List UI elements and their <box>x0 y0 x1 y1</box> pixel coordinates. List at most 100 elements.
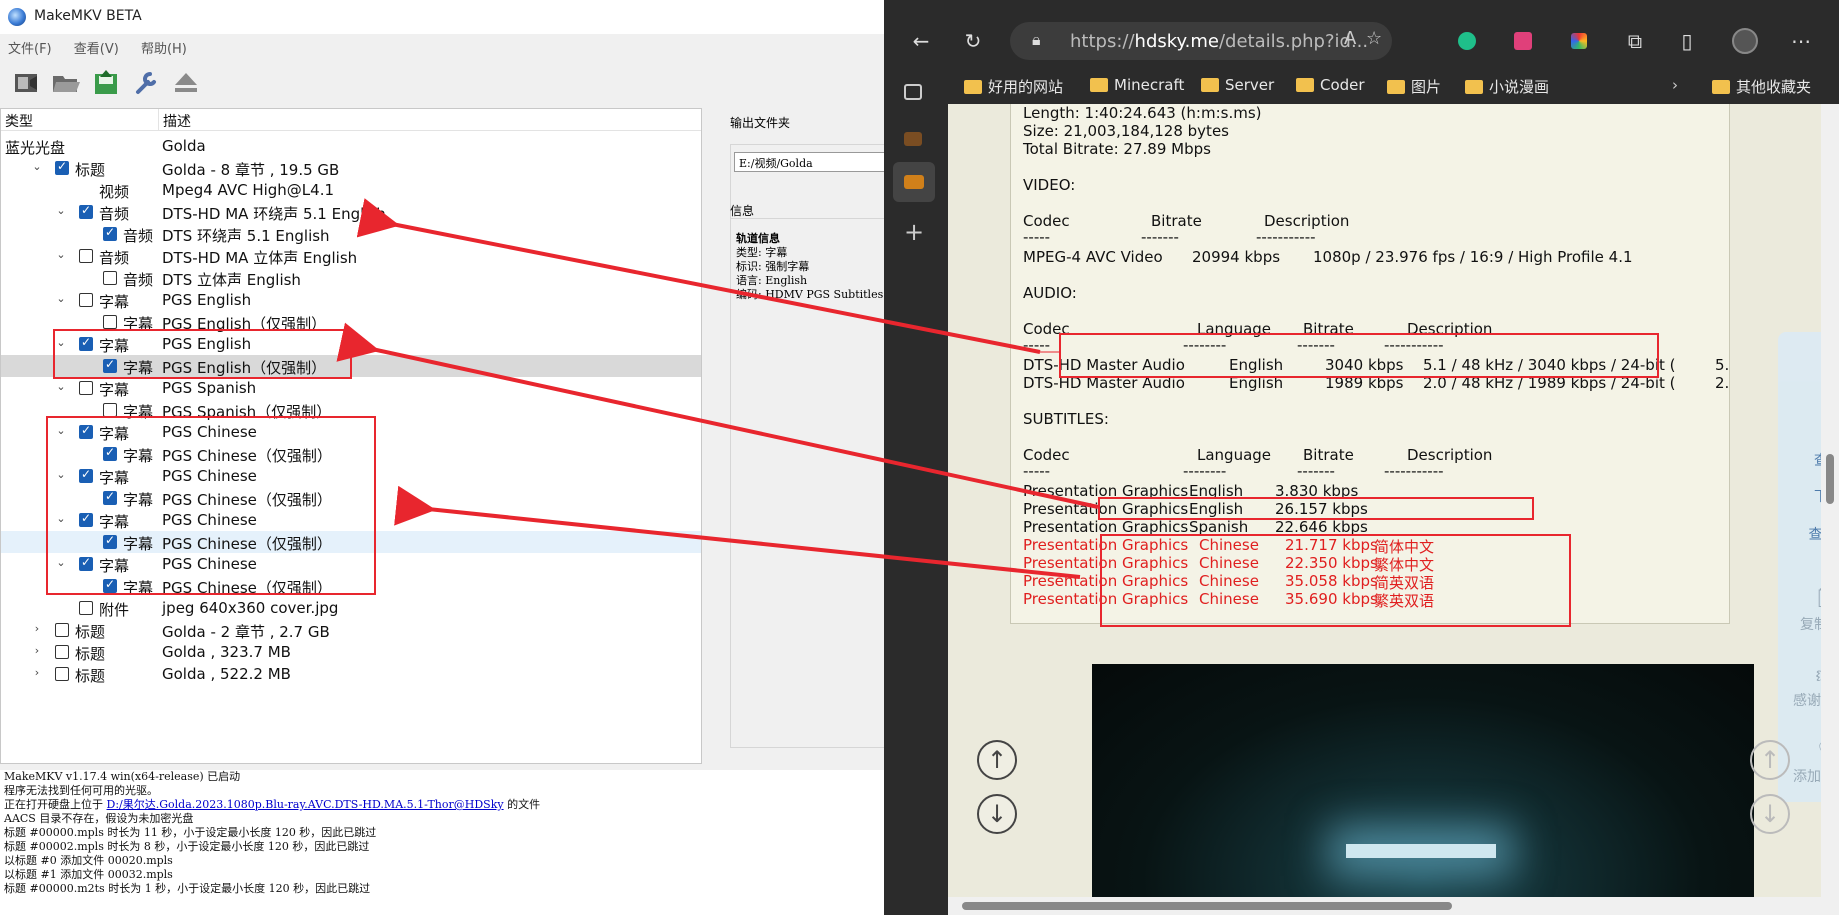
horizontal-scrollbar[interactable] <box>948 897 1821 915</box>
track-checkbox[interactable] <box>55 645 69 659</box>
tab-active[interactable] <box>893 162 935 202</box>
tree-row[interactable]: ⌄ 字幕 PGS English <box>1 289 701 311</box>
tab-actions-icon[interactable] <box>904 84 922 100</box>
track-checkbox[interactable] <box>79 203 93 219</box>
eject-button[interactable] <box>170 66 202 98</box>
tree-row[interactable]: ⌄ 字幕 PGS English <box>1 333 701 355</box>
title-tree[interactable]: 类型 描述 ⌄ 蓝光光盘 Golda ⌄ 标题 Golda - 8 章节 , 19.5 G… <box>0 108 702 764</box>
source-path-link[interactable]: D:/果尔达.Golda.2023.1080p.Blu-ray.AVC.DTS-… <box>107 798 504 811</box>
chevron-down-icon[interactable]: ⌄ <box>55 204 67 217</box>
save-mkv-button[interactable] <box>90 66 122 98</box>
track-checkbox[interactable] <box>103 225 117 241</box>
scroll-down-button[interactable]: ↓ <box>977 794 1017 834</box>
track-checkbox[interactable] <box>55 159 69 175</box>
bookmark-folder[interactable]: Minecraft <box>1090 76 1184 98</box>
tree-row[interactable]: ⌄ 音频 DTS-HD MA 立体声 English <box>1 245 701 267</box>
track-checkbox[interactable] <box>79 293 93 307</box>
chevron-down-icon[interactable]: ⌄ <box>31 160 43 173</box>
extension-colorful-icon[interactable] <box>1566 28 1592 54</box>
header-type[interactable]: 类型 <box>5 111 33 131</box>
tree-row[interactable]: 字幕 PGS English（仅强制） <box>1 311 701 333</box>
extension-green-icon[interactable] <box>1454 28 1480 54</box>
tree-row[interactable]: ⌄ 字幕 PGS Chinese <box>1 421 701 443</box>
track-checkbox[interactable] <box>103 533 117 549</box>
track-checkbox[interactable] <box>103 577 117 593</box>
tree-row[interactable]: ⌄ 字幕 PGS Chinese <box>1 553 701 575</box>
float-scroll-up-button[interactable]: ↑ <box>1750 740 1790 780</box>
read-aloud-icon[interactable]: A <box>1344 28 1356 49</box>
chevron-down-icon[interactable]: ⌄ <box>55 336 67 349</box>
chevron-down-icon[interactable]: ⌄ <box>55 380 67 393</box>
output-folder-input[interactable]: E:/视频/Golda <box>734 152 884 172</box>
tree-row[interactable]: 音频 DTS 环绕声 5.1 English <box>1 223 701 245</box>
chevron-right-icon[interactable]: › <box>31 622 43 635</box>
profile-avatar[interactable] <box>1732 28 1758 54</box>
vertical-scroll-thumb[interactable] <box>1826 454 1834 504</box>
new-tab-plus-icon[interactable]: + <box>904 218 924 246</box>
tree-row[interactable]: 视频 Mpeg4 AVC High@L4.1 <box>1 179 701 201</box>
chevron-right-icon[interactable]: › <box>31 666 43 679</box>
tree-row[interactable]: › 标题 Golda - 2 章节 , 2.7 GB <box>1 619 701 641</box>
chevron-down-icon[interactable]: ⌄ <box>55 468 67 481</box>
menu-file[interactable]: 文件(F) <box>8 42 52 57</box>
track-checkbox[interactable] <box>79 555 93 571</box>
float-scroll-down-button[interactable]: ↓ <box>1750 794 1790 834</box>
bookmark-folder[interactable]: 图片 <box>1387 76 1441 98</box>
track-checkbox[interactable] <box>103 445 117 461</box>
bookmarks-overflow-chevron-icon[interactable]: › <box>1672 76 1678 98</box>
bookmark-folder[interactable]: 小说漫画 <box>1465 76 1549 98</box>
tree-row[interactable]: ⌄ 音频 DTS-HD MA 环绕声 5.1 English <box>1 201 701 223</box>
bookmark-folder[interactable]: Server <box>1201 76 1274 98</box>
tree-row[interactable]: › 标题 Golda , 522.2 MB <box>1 663 701 685</box>
track-checkbox[interactable] <box>103 403 117 417</box>
track-checkbox[interactable] <box>79 601 93 615</box>
tree-row[interactable]: 音频 DTS 立体声 English <box>1 267 701 289</box>
tree-row[interactable]: 字幕 PGS Chinese（仅强制） <box>1 531 701 553</box>
chevron-down-icon[interactable]: ⌄ <box>55 248 67 261</box>
track-checkbox[interactable] <box>103 315 117 329</box>
chevron-down-icon[interactable]: ⌄ <box>55 424 67 437</box>
chevron-down-icon[interactable]: ⌄ <box>55 292 67 305</box>
menu-help[interactable]: 帮助(H) <box>141 42 187 57</box>
tree-row[interactable]: 附件 jpeg 640x360 cover.jpg <box>1 597 701 619</box>
open-files-button[interactable] <box>50 66 82 98</box>
header-description[interactable]: 描述 <box>163 111 191 131</box>
header-divider[interactable] <box>158 109 159 131</box>
track-checkbox[interactable] <box>103 489 117 505</box>
tree-row[interactable]: 字幕 PGS Chinese（仅强制） <box>1 575 701 597</box>
bookmark-folder[interactable]: Coder <box>1296 76 1365 98</box>
lock-icon[interactable]: 🔒︎ <box>1032 30 1041 50</box>
tree-row[interactable]: 字幕 PGS Chinese（仅强制） <box>1 443 701 465</box>
bookmark-folder[interactable]: 好用的网站 <box>964 76 1063 98</box>
track-checkbox[interactable] <box>55 623 69 637</box>
favorite-star-icon[interactable]: ☆ <box>1366 28 1382 49</box>
extensions-puzzle-icon[interactable]: ⧉ <box>1622 28 1648 54</box>
track-checkbox[interactable] <box>79 511 93 527</box>
track-checkbox[interactable] <box>79 381 93 395</box>
refresh-icon[interactable]: ↻ <box>960 28 986 54</box>
tree-row[interactable]: › 标题 Golda , 323.7 MB <box>1 641 701 663</box>
scroll-up-button[interactable]: ↑ <box>977 740 1017 780</box>
more-menu-icon[interactable]: ⋯ <box>1788 28 1814 54</box>
track-checkbox[interactable] <box>103 357 117 373</box>
tree-row[interactable]: ⌄ 标题 Golda - 8 章节 , 19.5 GB <box>1 157 701 179</box>
track-checkbox[interactable] <box>103 271 117 285</box>
split-screen-icon[interactable]: ▯ <box>1674 28 1700 54</box>
other-bookmarks-folder[interactable]: 其他收藏夹 <box>1712 76 1811 98</box>
track-checkbox[interactable] <box>79 467 93 483</box>
track-checkbox[interactable] <box>79 249 93 263</box>
log-panel[interactable]: MakeMKV v1.17.4 win(x64-release) 已启动 程序无… <box>0 770 884 915</box>
open-disc-button[interactable] <box>10 66 42 98</box>
address-bar[interactable]: 🔒︎ https://hdsky.me/details.php?id... A … <box>1010 22 1392 60</box>
horizontal-scroll-thumb[interactable] <box>962 902 1452 910</box>
vertical-scrollbar[interactable] <box>1821 104 1839 915</box>
url-text[interactable]: https://hdsky.me/details.php?id... <box>1070 31 1368 52</box>
tree-row[interactable]: ⌄ 字幕 PGS Chinese <box>1 465 701 487</box>
tree-row[interactable]: ⌄ 字幕 PGS Spanish <box>1 377 701 399</box>
menu-view[interactable]: 查看(V) <box>74 42 119 57</box>
tree-row[interactable]: ⌄ 蓝光光盘 Golda <box>1 135 701 157</box>
track-checkbox[interactable] <box>79 423 93 439</box>
tree-row[interactable]: 字幕 PGS English（仅强制） <box>1 355 701 377</box>
track-checkbox[interactable] <box>55 667 69 681</box>
chevron-down-icon[interactable]: ⌄ <box>55 512 67 525</box>
